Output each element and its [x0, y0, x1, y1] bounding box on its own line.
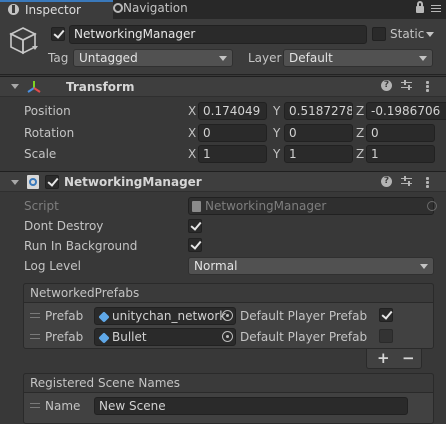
static-checkbox[interactable]: [372, 27, 386, 41]
icon-dropdown-caret-icon[interactable]: [32, 46, 38, 50]
rotation-x-field[interactable]: 0: [198, 124, 267, 142]
position-z-label[interactable]: Z: [356, 103, 364, 119]
scene-row-1-drag-handle-icon[interactable]: [30, 403, 40, 408]
scale-label: Scale: [24, 147, 57, 161]
prefab-row-2-value: Bullet: [112, 330, 147, 344]
networking-manager-context-menu-icon[interactable]: [426, 177, 429, 188]
rotation-y-field[interactable]: 0: [284, 124, 353, 142]
layer-dropdown[interactable]: Default: [283, 49, 433, 67]
scale-y-label[interactable]: Y: [273, 146, 280, 162]
dont-destroy-label: Dont Destroy: [24, 219, 104, 233]
position-y-label[interactable]: Y: [273, 103, 280, 119]
remove-prefab-button[interactable]: −: [402, 350, 415, 366]
scale-y-field[interactable]: 1: [284, 145, 353, 163]
networked-prefabs-title: NetworkedPrefabs: [30, 286, 140, 300]
lock-icon[interactable]: [416, 1, 424, 13]
prefab-row-1-label: Prefab: [45, 309, 84, 323]
transform-icon: [26, 79, 42, 95]
prefab-row-2-field[interactable]: Bullet: [94, 328, 236, 346]
navigation-icon: [113, 3, 123, 13]
tag-label: Tag: [48, 51, 69, 65]
position-label: Position: [24, 104, 71, 118]
networking-manager-foldout-icon[interactable]: [11, 180, 19, 185]
prefab-row-1-drag-handle-icon[interactable]: [30, 313, 40, 318]
position-y-field[interactable]: 0.5187278: [284, 102, 353, 120]
script-component-icon: [27, 175, 39, 189]
networking-manager-enabled-checkbox[interactable]: [45, 175, 59, 189]
info-icon-glyph: [12, 5, 15, 13]
prefab-row-1-object-picker-icon[interactable]: [222, 310, 233, 321]
rotation-y-label[interactable]: Y: [273, 125, 280, 141]
scene-row-1-name-field[interactable]: New Scene: [94, 397, 408, 415]
dont-destroy-checkbox[interactable]: [188, 219, 202, 233]
prefab-row-2-drag-handle-icon[interactable]: [30, 334, 40, 339]
scale-x-label[interactable]: X: [188, 146, 196, 162]
tab-inspector[interactable]: Inspector: [0, 0, 113, 19]
rotation-label: Rotation: [24, 126, 75, 140]
layer-dropdown-caret-icon: [419, 56, 427, 61]
gameobject-cube-icon[interactable]: [8, 25, 38, 55]
log-level-dropdown[interactable]: Normal: [188, 257, 434, 275]
log-level-caret-icon: [420, 264, 428, 269]
networking-manager-preset-icon[interactable]: [401, 176, 412, 187]
tag-dropdown-caret-icon: [219, 56, 227, 61]
log-level-value: Normal: [194, 259, 238, 273]
prefab-row-1-default-player-label: Default Player Prefab: [240, 309, 368, 323]
scale-z-field[interactable]: 1: [366, 145, 435, 163]
add-prefab-button[interactable]: +: [377, 350, 390, 366]
run-in-background-label: Run In Background: [24, 239, 138, 253]
layer-label: Layer: [248, 51, 282, 65]
networking-manager-help-icon[interactable]: ?: [381, 176, 392, 187]
static-dropdown-caret-icon[interactable]: [426, 32, 434, 37]
tag-dropdown[interactable]: Untagged: [73, 49, 233, 67]
script-object-picker-icon[interactable]: [427, 201, 437, 211]
rotation-z-label[interactable]: Z: [356, 125, 364, 141]
registered-scene-names-title: Registered Scene Names: [30, 376, 181, 390]
scale-z-label[interactable]: Z: [356, 146, 364, 162]
scene-row-1-name-label: Name: [45, 399, 81, 413]
position-z-field[interactable]: -0.1986706: [366, 102, 446, 120]
prefab-row-2-object-picker-icon[interactable]: [222, 331, 233, 342]
tab-menu-icon[interactable]: [431, 4, 441, 14]
transform-context-menu-icon[interactable]: [426, 81, 429, 92]
prefab-row-1-prefab-icon: [98, 311, 110, 323]
tab-navigation[interactable]: Navigation: [113, 0, 203, 19]
static-label: Static: [390, 27, 425, 41]
position-x-field[interactable]: 0.174049: [198, 102, 267, 120]
transform-preset-icon[interactable]: [401, 80, 412, 91]
gameobject-active-checkbox[interactable]: [51, 27, 65, 41]
script-label: Script: [24, 199, 59, 213]
networking-manager-title: NetworkingManager: [64, 175, 202, 189]
prefab-row-2-prefab-icon: [98, 332, 110, 344]
tab-navigation-label: Navigation: [123, 1, 188, 15]
log-level-label: Log Level: [24, 259, 81, 273]
rotation-z-field[interactable]: 0: [366, 124, 435, 142]
transform-title: Transform: [66, 80, 135, 94]
scale-x-field[interactable]: 1: [198, 145, 267, 163]
script-field: NetworkingManager: [188, 197, 434, 215]
script-value: NetworkingManager: [205, 199, 327, 213]
prefab-row-2-default-player-checkbox[interactable]: [379, 329, 393, 343]
rotation-x-label[interactable]: X: [188, 125, 196, 141]
tab-inspector-label: Inspector: [25, 3, 81, 17]
prefab-row-2-default-player-label: Default Player Prefab: [240, 330, 368, 344]
transform-help-icon[interactable]: ?: [381, 80, 392, 91]
script-file-icon: [192, 201, 201, 212]
prefab-row-1-field[interactable]: unitychan_network: [94, 307, 236, 325]
prefab-row-1-value: unitychan_network: [112, 309, 227, 323]
layer-dropdown-value: Default: [289, 51, 333, 65]
prefab-row-2-label: Prefab: [45, 330, 84, 344]
gameobject-name-field[interactable]: NetworkingManager: [69, 25, 367, 44]
prefab-row-1-default-player-checkbox[interactable]: [379, 308, 393, 322]
position-x-label[interactable]: X: [188, 103, 196, 119]
tag-dropdown-value: Untagged: [79, 51, 138, 65]
transform-foldout-icon[interactable]: [11, 84, 19, 89]
run-in-background-checkbox[interactable]: [188, 238, 202, 252]
